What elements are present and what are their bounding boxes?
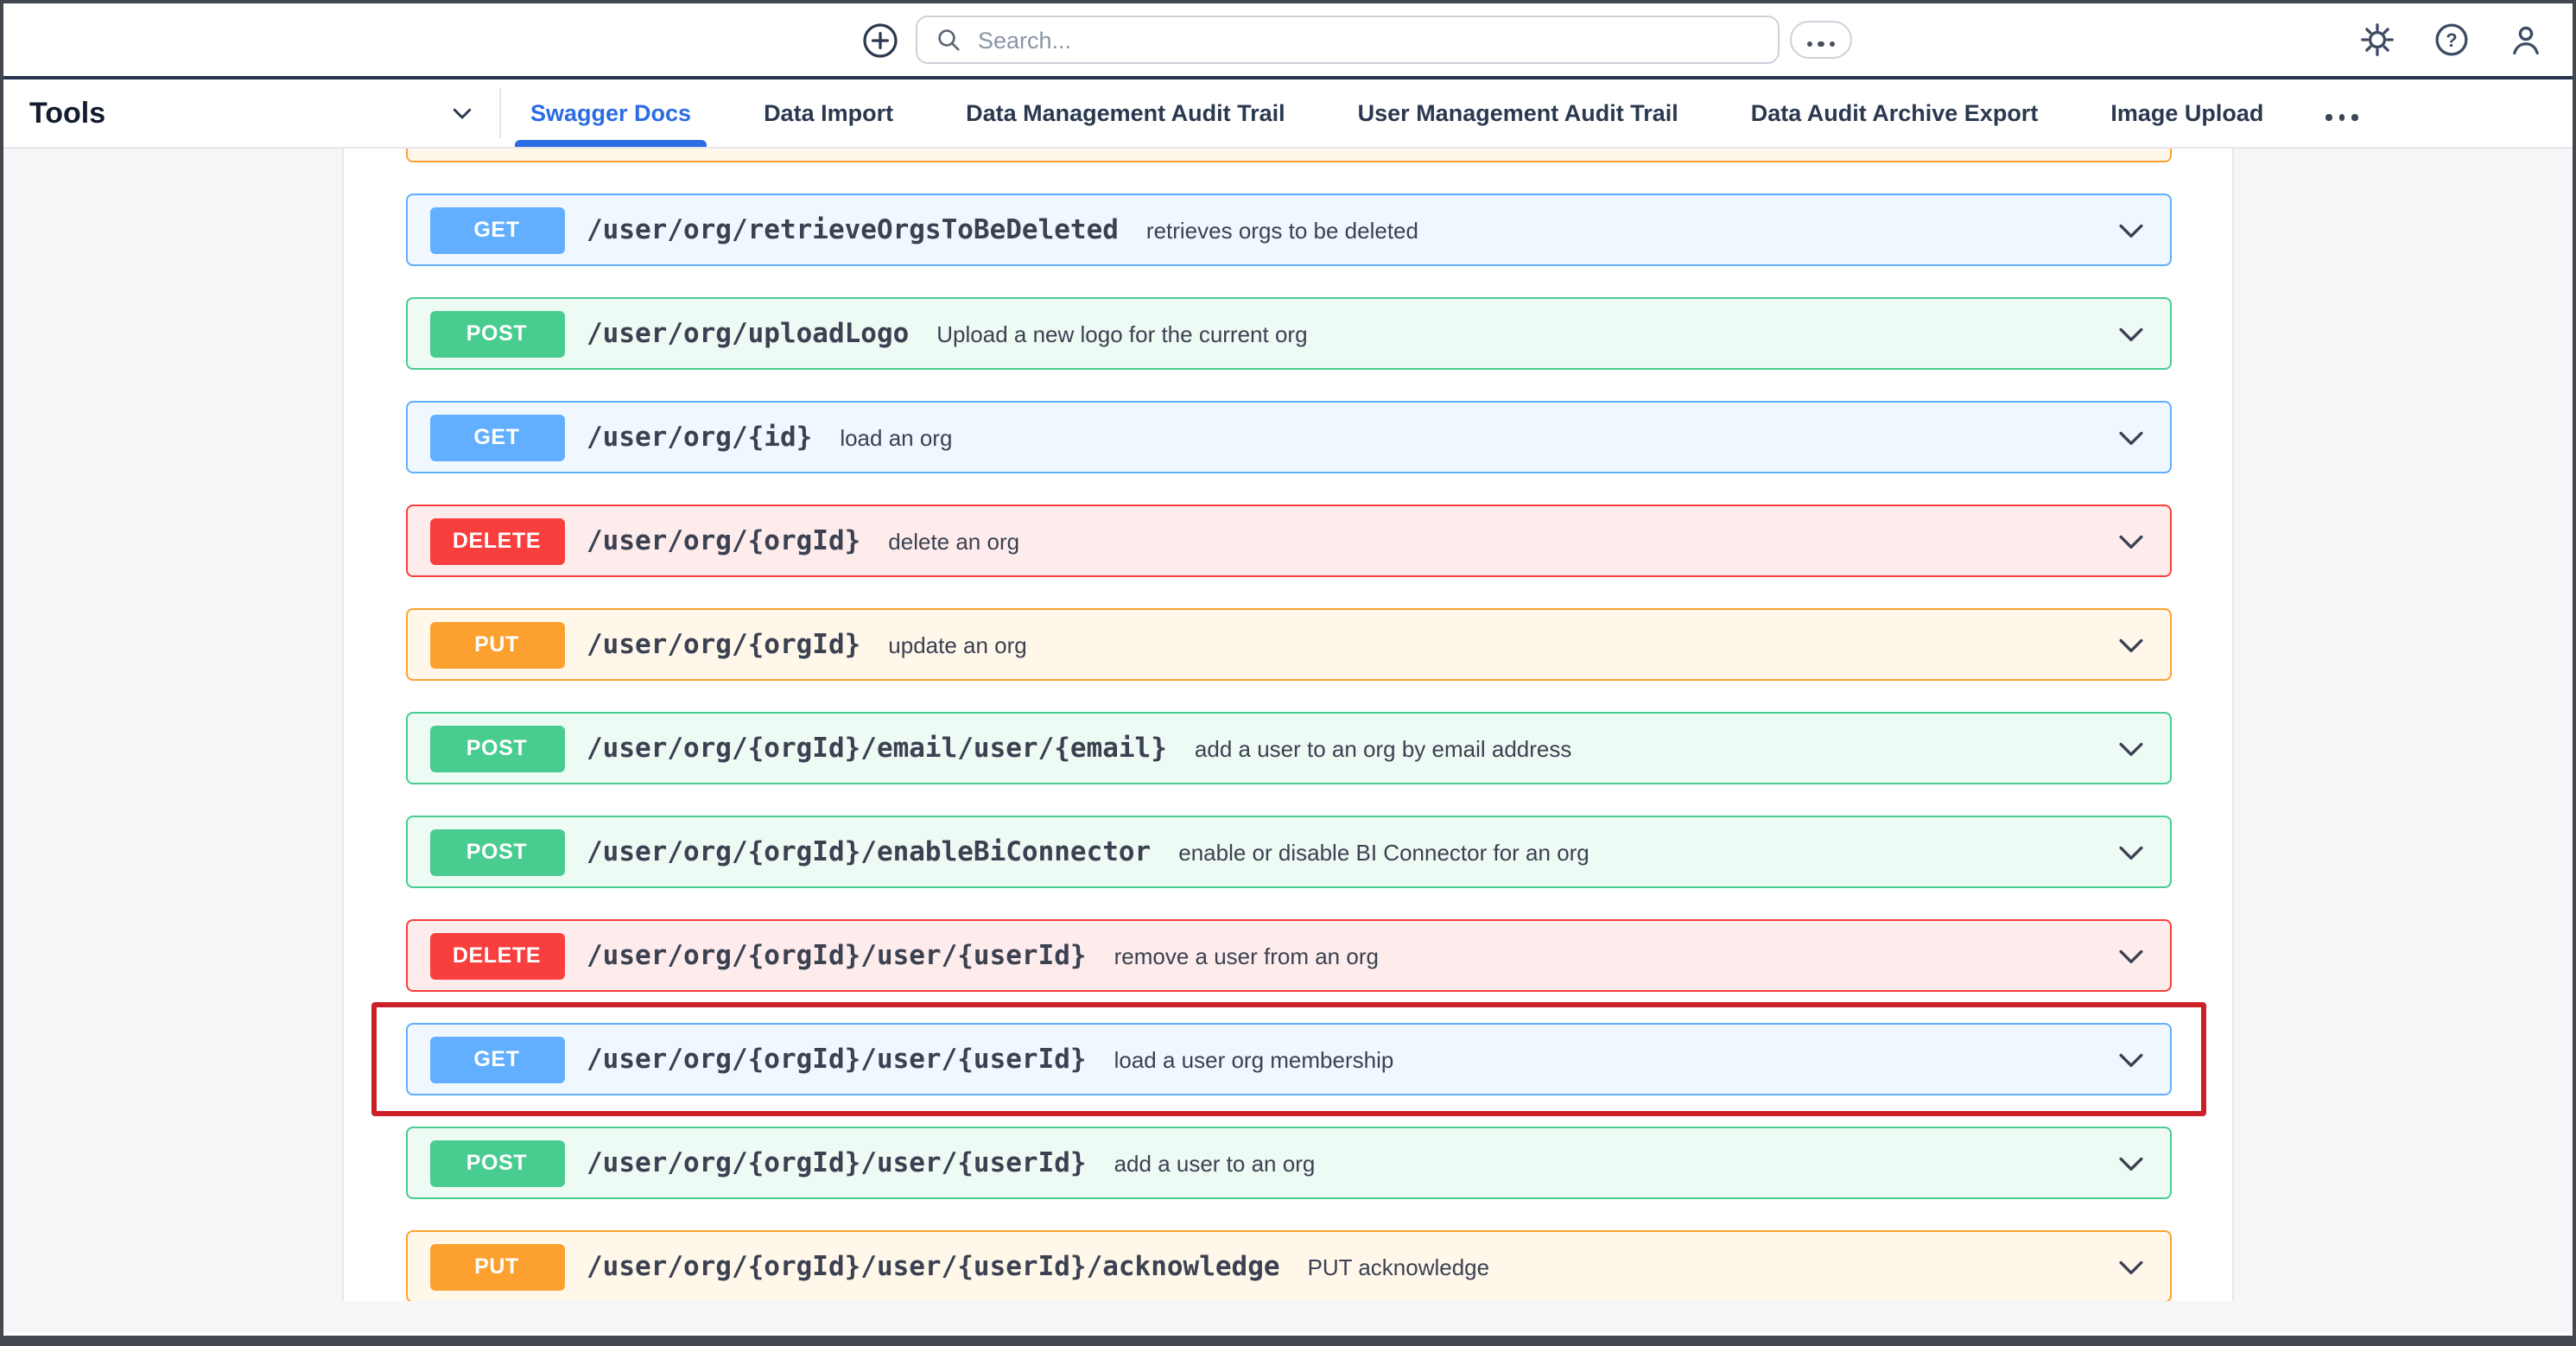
endpoint-description: Upload a new logo for the current org — [936, 321, 1307, 346]
endpoint-description: add a user to an org by email address — [1195, 735, 1572, 761]
page-content: GET /user/org/retrieveOrgsToBeDeleted re… — [3, 149, 2573, 1332]
chevron-down-icon — [449, 100, 475, 126]
search-icon — [935, 26, 962, 54]
app-window: ? Tools Swagger Docs — [0, 0, 2576, 1346]
endpoint-path: /user/org/{orgId} — [587, 629, 860, 660]
endpoint-row[interactable]: PUT /user/org/{orgId} update an org — [405, 608, 2171, 681]
endpoint-row[interactable]: GET /user/org/{id} load an org — [405, 401, 2171, 473]
method-badge: POST — [429, 725, 564, 771]
help-icon: ? — [2432, 20, 2470, 58]
expand-chevron-icon[interactable] — [2114, 628, 2147, 661]
tab-data-import[interactable]: Data Import — [764, 79, 893, 147]
tab-label: Data Import — [764, 100, 893, 126]
method-badge: PUT — [429, 621, 564, 668]
endpoint-row[interactable]: POST /user/org/{orgId}/email/user/{email… — [405, 712, 2171, 784]
settings-button[interactable] — [2357, 19, 2396, 59]
tabs-overflow-button[interactable] — [2315, 93, 2369, 133]
endpoint-path: /user/org/{orgId}/user/{userId} — [587, 940, 1087, 971]
help-button[interactable]: ? — [2431, 19, 2471, 59]
svg-text:?: ? — [2445, 29, 2456, 50]
tab-bar: Tools Swagger Docs Data Import Data Mana… — [3, 79, 2573, 149]
plus-circle-icon — [860, 20, 899, 60]
endpoint-list: GET /user/org/retrieveOrgsToBeDeleted re… — [405, 149, 2171, 1301]
endpoint-description: PUT acknowledge — [1308, 1254, 1490, 1279]
tab-label: Swagger Docs — [530, 100, 691, 126]
tab-data-audit-archive-export[interactable]: Data Audit Archive Export — [1751, 79, 2039, 147]
endpoint-path: /user/org/{id} — [587, 422, 812, 453]
search-options-button[interactable] — [1790, 21, 1852, 59]
endpoint-path: /user/org/{orgId}/email/user/{email} — [587, 733, 1167, 764]
tab-strip: Swagger Docs Data Import Data Management… — [501, 79, 2263, 147]
endpoint-description: add a user to an org — [1114, 1150, 1316, 1176]
endpoint-description: retrieves orgs to be deleted — [1146, 217, 1418, 243]
highlight-annotation: GET /user/org/{orgId}/user/{userId} load… — [371, 1002, 2205, 1116]
expand-chevron-icon[interactable] — [2114, 213, 2147, 246]
endpoint-row[interactable]: PUT /user/org/{orgId}/user/{userId}/ackn… — [405, 1230, 2171, 1301]
endpoint-row[interactable]: GET /user/org/retrieveOrgsToBeDeleted re… — [405, 194, 2171, 266]
expand-chevron-icon[interactable] — [2114, 835, 2147, 868]
endpoint-description: load a user org membership — [1114, 1046, 1394, 1072]
method-badge: DELETE — [429, 517, 564, 564]
tab-data-management-audit-trail[interactable]: Data Management Audit Trail — [966, 79, 1285, 147]
endpoint-path: /user/org/{orgId} — [587, 525, 860, 556]
expand-chevron-icon[interactable] — [2114, 524, 2147, 557]
method-badge: POST — [429, 1140, 564, 1186]
swagger-panel[interactable]: GET /user/org/retrieveOrgsToBeDeleted re… — [342, 149, 2234, 1301]
endpoint-path: /user/org/retrieveOrgsToBeDeleted — [587, 214, 1119, 245]
top-header: ? — [3, 3, 2573, 79]
endpoint-path: /user/org/{orgId}/enableBiConnector — [587, 836, 1151, 867]
expand-chevron-icon[interactable] — [2114, 1043, 2147, 1076]
add-button[interactable] — [859, 19, 900, 60]
endpoint-path: /user/org/{orgId}/user/{userId} — [587, 1044, 1087, 1075]
gear-icon — [2357, 20, 2395, 58]
endpoint-path: /user/org/{orgId}/user/{userId} — [587, 1147, 1087, 1178]
expand-chevron-icon[interactable] — [2114, 421, 2147, 454]
method-badge: GET — [429, 206, 564, 253]
tab-swagger-docs[interactable]: Swagger Docs — [530, 79, 691, 147]
expand-chevron-icon[interactable] — [2114, 732, 2147, 765]
endpoint-row[interactable]: DELETE /user/org/{orgId} delete an org — [405, 505, 2171, 577]
search-input[interactable] — [974, 25, 1761, 54]
endpoint-row[interactable]: DELETE /user/org/{orgId}/user/{userId} r… — [405, 919, 2171, 992]
endpoint-path: /user/org/uploadLogo — [587, 318, 909, 349]
tab-label: Data Audit Archive Export — [1751, 100, 2039, 126]
tools-dropdown[interactable]: Tools — [3, 79, 499, 147]
tools-dropdown-label: Tools — [29, 96, 105, 130]
method-badge: GET — [429, 414, 564, 460]
method-badge: GET — [429, 1036, 564, 1083]
user-icon — [2506, 20, 2544, 58]
endpoint-description: remove a user from an org — [1114, 943, 1379, 968]
tab-label: User Management Audit Trail — [1358, 100, 1678, 126]
endpoint-description: delete an org — [888, 528, 1019, 554]
search-box[interactable] — [916, 16, 1780, 64]
expand-chevron-icon[interactable] — [2114, 939, 2147, 972]
endpoint-row[interactable]: POST /user/org/uploadLogo Upload a new l… — [405, 297, 2171, 370]
endpoint-description: enable or disable BI Connector for an or… — [1178, 839, 1589, 865]
tab-user-management-audit-trail[interactable]: User Management Audit Trail — [1358, 79, 1678, 147]
endpoint-description: load an org — [840, 424, 952, 450]
ellipsis-icon — [1804, 24, 1837, 55]
endpoint-row[interactable]: POST /user/org/{orgId}/user/{userId} add… — [405, 1127, 2171, 1199]
endpoint-description: update an org — [888, 632, 1026, 657]
method-badge: POST — [429, 310, 564, 357]
method-badge: DELETE — [429, 932, 564, 979]
partial-endpoint-row[interactable] — [405, 149, 2171, 162]
endpoint-row[interactable]: GET /user/org/{orgId}/user/{userId} load… — [405, 1023, 2171, 1095]
expand-chevron-icon[interactable] — [2114, 317, 2147, 350]
expand-chevron-icon[interactable] — [2114, 1250, 2147, 1283]
tab-label: Data Management Audit Trail — [966, 100, 1285, 126]
method-badge: POST — [429, 829, 564, 875]
header-actions: ? — [2357, 19, 2545, 59]
tab-image-upload[interactable]: Image Upload — [2110, 79, 2263, 147]
expand-chevron-icon[interactable] — [2114, 1146, 2147, 1179]
user-menu-button[interactable] — [2505, 19, 2545, 59]
method-badge: PUT — [429, 1243, 564, 1290]
endpoint-row[interactable]: POST /user/org/{orgId}/enableBiConnector… — [405, 816, 2171, 888]
endpoint-path: /user/org/{orgId}/user/{userId}/acknowle… — [587, 1251, 1280, 1282]
tab-label: Image Upload — [2110, 100, 2263, 126]
